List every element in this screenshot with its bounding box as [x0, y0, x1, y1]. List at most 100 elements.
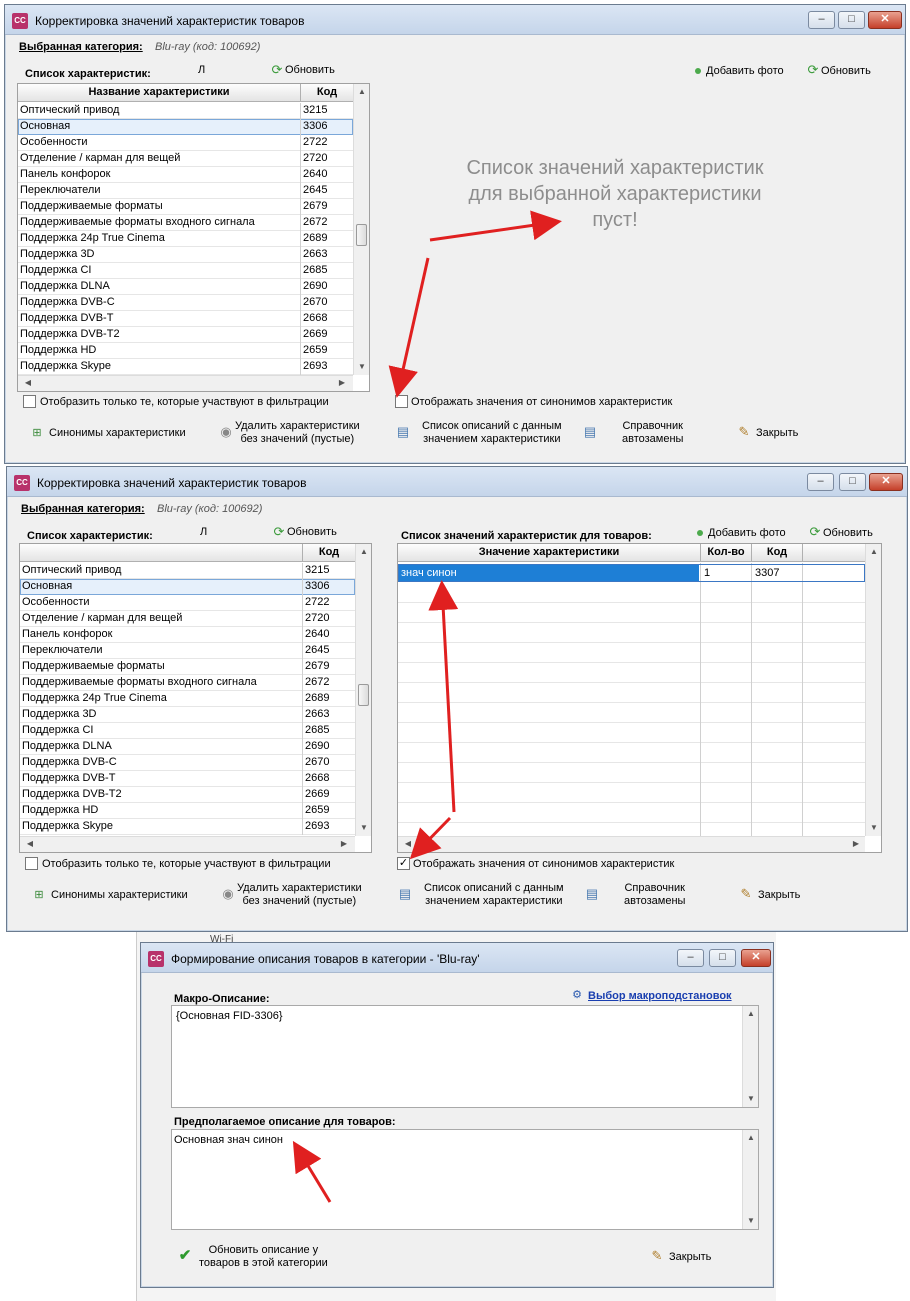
characteristic-code-cell[interactable]: 2663 — [303, 247, 327, 262]
close-button[interactable]: Закрыть — [756, 427, 798, 440]
table-row[interactable]: Поддержка DVB-T 2668 — [20, 771, 355, 787]
table-row[interactable]: Поддержка CI 2685 — [18, 263, 353, 279]
characteristic-code-cell[interactable]: 2640 — [305, 627, 329, 642]
characteristic-code-cell[interactable]: 2722 — [303, 135, 327, 150]
table-row[interactable]: Поддержка DVB-C 2670 — [18, 295, 353, 311]
table-row[interactable]: Поддержка DLNA 2690 — [20, 739, 355, 755]
table-row[interactable]: Отделение / карман для вещей 2720 — [18, 151, 353, 167]
table-row[interactable]: Поддержка Skype 2693 — [20, 819, 355, 835]
characteristic-name-cell[interactable]: Оптический привод — [22, 563, 121, 578]
characteristic-name-cell[interactable]: Переключатели — [20, 183, 100, 198]
minimize-button[interactable]: – — [808, 11, 835, 29]
expected-description-textarea[interactable]: Основная знач синон ▲ ▼ — [171, 1129, 759, 1230]
table-row[interactable]: Поддержка DVB-C 2670 — [20, 755, 355, 771]
synonyms-button[interactable]: Синонимы характеристики — [51, 889, 188, 902]
characteristic-name-cell[interactable]: Отделение / карман для вещей — [20, 151, 180, 166]
characteristics-grid[interactable]: Название характеристики Код Оптический п… — [17, 83, 370, 392]
characteristic-code-cell[interactable]: 3215 — [303, 103, 327, 118]
column-header-value[interactable]: Значение характеристики — [398, 544, 700, 562]
table-row[interactable]: Поддерживаемые форматы входного сигнала 2… — [20, 675, 355, 691]
filter-only-checkbox[interactable] — [23, 395, 36, 408]
delete-empty-button[interactable]: Удалить характеристики без значений (пус… — [235, 420, 360, 446]
characteristic-code-cell[interactable]: 2659 — [305, 803, 329, 818]
characteristic-code-cell[interactable]: 2685 — [303, 263, 327, 278]
characteristic-name-cell[interactable]: Особенности — [22, 595, 90, 610]
maximize-button[interactable]: □ — [709, 949, 736, 967]
characteristic-name-cell[interactable]: Поддержка 24p True Cinema — [20, 231, 165, 246]
table-row[interactable]: Поддержка DVB-T2 2669 — [20, 787, 355, 803]
horizontal-scrollbar[interactable]: ◀ ▶ — [18, 375, 353, 391]
close-window-button[interactable]: ✕ — [868, 11, 902, 29]
close-window-button[interactable]: ✕ — [869, 473, 903, 491]
characteristic-name-cell[interactable]: Поддержка DLNA — [20, 279, 110, 294]
table-row[interactable]: Поддержка 24p True Cinema 2689 — [18, 231, 353, 247]
characteristic-name-cell[interactable]: Поддержка 24p True Cinema — [22, 691, 167, 706]
window-2-titlebar[interactable]: CC Корректировка значений характеристик … — [7, 467, 907, 497]
characteristic-name-cell[interactable]: Поддержка DVB-C — [22, 755, 117, 770]
characteristic-code-cell[interactable]: 2668 — [303, 311, 327, 326]
characteristic-name-cell[interactable]: Поддержка DVB-T2 — [22, 787, 122, 802]
close-button[interactable]: Закрыть — [669, 1251, 711, 1264]
column-header-code[interactable]: Код — [751, 544, 802, 562]
characteristic-code-cell[interactable]: 2668 — [305, 771, 329, 786]
value-cell[interactable]: знач синон — [399, 565, 699, 581]
column-header-name[interactable] — [20, 544, 302, 562]
table-row[interactable]: Особенности 2722 — [18, 135, 353, 151]
window-3-titlebar[interactable]: CC Формирование описания товаров в катег… — [141, 943, 773, 973]
vertical-scrollbar[interactable]: ▲ ▼ — [865, 544, 881, 836]
column-header-code[interactable]: Код — [300, 84, 353, 102]
table-row[interactable]: Поддержка DLNA 2690 — [18, 279, 353, 295]
autoreplace-button[interactable]: Справочник автозамены — [622, 420, 683, 446]
characteristic-name-cell[interactable]: Оптический привод — [20, 103, 119, 118]
delete-empty-button[interactable]: Удалить характеристики без значений (пус… — [237, 882, 362, 908]
characteristic-code-cell[interactable]: 2722 — [305, 595, 329, 610]
characteristic-code-cell[interactable]: 2689 — [305, 691, 329, 706]
table-row[interactable]: Панель конфорок 2640 — [18, 167, 353, 183]
characteristic-name-cell[interactable]: Отделение / карман для вещей — [22, 611, 182, 626]
table-row[interactable]: Поддержка DVB-T2 2669 — [18, 327, 353, 343]
characteristic-code-cell[interactable]: 2645 — [305, 643, 329, 658]
vertical-scrollbar[interactable]: ▲ ▼ — [355, 544, 371, 836]
column-header-name[interactable]: Название характеристики — [18, 84, 300, 102]
characteristic-code-cell[interactable]: 3215 — [305, 563, 329, 578]
table-row[interactable]: Отделение / карман для вещей 2720 — [20, 611, 355, 627]
characteristic-code-cell[interactable]: 2672 — [303, 215, 327, 230]
characteristic-name-cell[interactable]: Поддержка HD — [20, 343, 96, 358]
table-row[interactable]: Панель конфорок 2640 — [20, 627, 355, 643]
characteristic-name-cell[interactable]: Основная — [20, 119, 70, 134]
code-cell[interactable]: 3307 — [755, 565, 779, 581]
macro-description-textarea[interactable]: {Основная FID-3306} ▲ ▼ — [171, 1005, 759, 1108]
vertical-scrollbar[interactable]: ▲ ▼ — [742, 1130, 758, 1229]
characteristic-name-cell[interactable]: Поддержка 3D — [20, 247, 95, 262]
characteristic-name-cell[interactable]: Поддержка DVB-C — [20, 295, 115, 310]
characteristic-name-cell[interactable]: Поддерживаемые форматы входного сигнала — [22, 675, 257, 690]
table-row[interactable]: Поддержка Skype 2693 — [18, 359, 353, 375]
characteristic-code-cell[interactable]: 2679 — [303, 199, 327, 214]
characteristic-name-cell[interactable]: Поддерживаемые форматы входного сигнала — [20, 215, 255, 230]
qty-cell[interactable]: 1 — [704, 565, 710, 581]
table-row[interactable]: Оптический привод 3215 — [20, 563, 355, 579]
characteristic-name-cell[interactable]: Поддержка DVB-T2 — [20, 327, 120, 342]
show-synonyms-checkbox[interactable]: ✓ — [397, 857, 410, 870]
table-row[interactable]: Переключатели 2645 — [18, 183, 353, 199]
characteristic-code-cell[interactable]: 2645 — [303, 183, 327, 198]
refresh-button-2[interactable]: Обновить — [821, 65, 871, 77]
table-row[interactable]: Переключатели 2645 — [20, 643, 355, 659]
characteristic-code-cell[interactable]: 3306 — [305, 579, 329, 594]
characteristic-code-cell[interactable]: 2693 — [305, 819, 329, 834]
minimize-button[interactable]: – — [807, 473, 834, 491]
characteristic-code-cell[interactable]: 2690 — [303, 279, 327, 294]
synonyms-button[interactable]: Синонимы характеристики — [49, 427, 186, 440]
macro-substitution-link[interactable]: Выбор макроподстановок — [588, 990, 732, 1002]
refresh-button-1[interactable]: Обновить — [285, 64, 335, 76]
filter-only-checkbox[interactable] — [25, 857, 38, 870]
maximize-button[interactable]: □ — [839, 473, 866, 491]
characteristic-name-cell[interactable]: Поддержка Skype — [22, 819, 113, 834]
table-row[interactable]: Поддерживаемые форматы 2679 — [18, 199, 353, 215]
characteristic-code-cell[interactable]: 2679 — [305, 659, 329, 674]
characteristic-code-cell[interactable]: 2663 — [305, 707, 329, 722]
close-window-button[interactable]: ✕ — [741, 949, 771, 967]
column-header-code[interactable]: Код — [302, 544, 355, 562]
characteristic-code-cell[interactable]: 2670 — [303, 295, 327, 310]
characteristic-code-cell[interactable]: 2720 — [305, 611, 329, 626]
